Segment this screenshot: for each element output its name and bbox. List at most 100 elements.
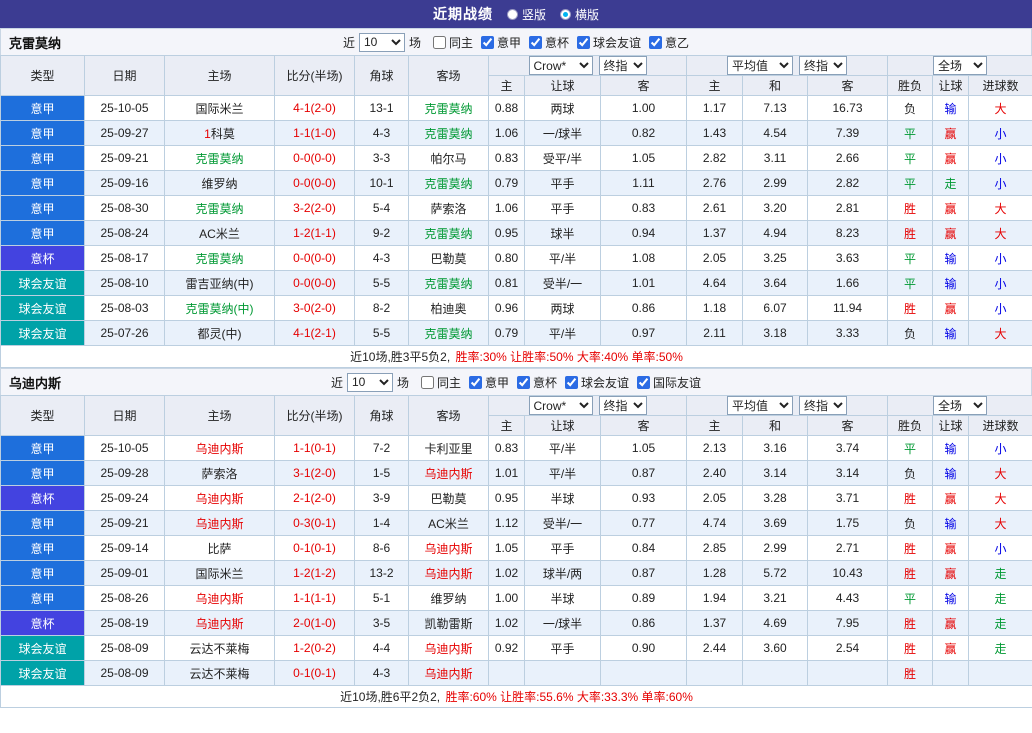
match-count-select[interactable]: 10 — [346, 372, 393, 392]
odds-company-select[interactable]: Crow* — [528, 56, 593, 75]
team-link[interactable]: 国际米兰 — [195, 102, 243, 116]
home-team[interactable]: 1科莫 — [164, 120, 275, 146]
team-link[interactable]: 巴勒莫 — [430, 252, 466, 266]
filter-checkbox[interactable]: 意甲 — [461, 374, 509, 391]
team-link[interactable]: 克雷莫纳 — [424, 227, 472, 241]
filter-checkbox[interactable]: 球会友谊 — [569, 34, 641, 51]
filter-checkbox[interactable]: 意杯 — [509, 374, 557, 391]
away-team[interactable]: 克雷莫纳 — [408, 95, 489, 121]
team-link[interactable]: 国际米兰 — [195, 567, 243, 581]
away-team[interactable]: 萨索洛 — [408, 195, 489, 221]
team-link[interactable]: 萨索洛 — [430, 202, 466, 216]
away-team[interactable]: 帕尔马 — [408, 145, 489, 171]
home-team[interactable]: 克雷莫纳 — [164, 145, 275, 171]
filter-checkbox-input[interactable] — [565, 375, 579, 389]
away-team[interactable]: AC米兰 — [408, 510, 489, 536]
team-link[interactable]: 凯勒雷斯 — [424, 617, 472, 631]
team-link[interactable]: 克雷莫纳 — [424, 102, 472, 116]
team-link[interactable]: 乌迪内斯 — [195, 592, 243, 606]
final-odds-select[interactable]: 终指 — [598, 56, 647, 75]
team-link[interactable]: 萨索洛 — [201, 467, 237, 481]
team-link[interactable]: 克雷莫纳(中) — [186, 302, 254, 316]
filter-checkbox[interactable]: 球会友谊 — [557, 374, 629, 391]
odds-company-select[interactable]: Crow* — [528, 396, 593, 415]
team-link[interactable]: AC米兰 — [199, 227, 240, 241]
radio-unselected-icon[interactable] — [506, 8, 518, 20]
away-team[interactable]: 柏迪奥 — [408, 295, 489, 321]
average-odds-select[interactable]: 平均值 — [727, 56, 794, 75]
team-link[interactable]: 柏迪奥 — [430, 302, 466, 316]
team-link[interactable]: 乌迪内斯 — [424, 667, 472, 681]
fulltime-select[interactable]: 全场 — [933, 56, 988, 75]
team-link[interactable]: 克雷莫纳 — [424, 127, 472, 141]
team-link[interactable]: 维罗纳 — [430, 592, 466, 606]
team-link[interactable]: 乌迪内斯 — [195, 492, 243, 506]
team-link[interactable]: 卡利亚里 — [424, 442, 472, 456]
team-link[interactable]: 维罗纳 — [201, 177, 237, 191]
team-link[interactable]: 克雷莫纳 — [195, 152, 243, 166]
filter-checkbox-input[interactable] — [637, 375, 651, 389]
filter-checkbox-input[interactable] — [577, 35, 591, 49]
home-team[interactable]: 雷吉亚纳(中) — [164, 270, 275, 296]
home-team[interactable]: 萨索洛 — [164, 460, 275, 486]
away-team[interactable]: 乌迪内斯 — [408, 460, 489, 486]
team-link[interactable]: 克雷莫纳 — [195, 252, 243, 266]
radio-selected-icon[interactable] — [560, 8, 571, 20]
home-team[interactable]: 乌迪内斯 — [164, 485, 275, 511]
away-team[interactable]: 凯勒雷斯 — [408, 610, 489, 636]
team-link[interactable]: 克雷莫纳 — [424, 277, 472, 291]
team-link[interactable]: 乌迪内斯 — [424, 567, 472, 581]
layout-vertical-option[interactable]: 竖版 — [506, 6, 546, 23]
layout-horizontal-option[interactable]: 横版 — [560, 6, 599, 23]
team-link[interactable]: 乌迪内斯 — [195, 517, 243, 531]
team-link[interactable]: 克雷莫纳 — [424, 177, 472, 191]
filter-checkbox-input[interactable] — [517, 375, 530, 389]
filter-checkbox-input[interactable] — [480, 35, 494, 49]
team-link[interactable]: 巴勒莫 — [430, 492, 466, 506]
away-team[interactable]: 克雷莫纳 — [408, 220, 489, 246]
team-link[interactable]: 克雷莫纳 — [424, 327, 472, 341]
team-link[interactable]: 云达不莱梅 — [189, 642, 249, 656]
home-team[interactable]: 云达不莱梅 — [164, 635, 275, 661]
away-team[interactable]: 乌迪内斯 — [408, 560, 489, 586]
final-odds-select[interactable]: 终指 — [598, 396, 647, 415]
home-team[interactable]: 乌迪内斯 — [164, 435, 275, 461]
team-link[interactable]: AC米兰 — [428, 517, 469, 531]
home-team[interactable]: 国际米兰 — [164, 560, 275, 586]
match-count-select[interactable]: 10 — [358, 32, 405, 52]
home-team[interactable]: 克雷莫纳 — [164, 195, 275, 221]
home-team[interactable]: 云达不莱梅 — [164, 660, 275, 686]
home-team[interactable]: 都灵(中) — [164, 320, 275, 346]
away-team[interactable]: 克雷莫纳 — [408, 170, 489, 196]
home-team[interactable]: 乌迪内斯 — [164, 585, 275, 611]
team-link[interactable]: 比萨 — [207, 542, 231, 556]
home-team[interactable]: 乌迪内斯 — [164, 610, 275, 636]
away-team[interactable]: 乌迪内斯 — [408, 535, 489, 561]
team-link[interactable]: 乌迪内斯 — [424, 467, 472, 481]
away-team[interactable]: 巴勒莫 — [408, 245, 489, 271]
team-link[interactable]: 雷吉亚纳(中) — [186, 277, 254, 291]
away-team[interactable]: 乌迪内斯 — [408, 635, 489, 661]
filter-checkbox-input[interactable] — [649, 35, 663, 49]
average-final-select[interactable]: 终指 — [799, 56, 848, 75]
filter-checkbox-input[interactable] — [468, 375, 482, 389]
home-team[interactable]: 比萨 — [164, 535, 275, 561]
away-team[interactable]: 维罗纳 — [408, 585, 489, 611]
filter-checkbox-input[interactable] — [529, 35, 542, 49]
team-link[interactable]: 乌迪内斯 — [195, 617, 243, 631]
home-team[interactable]: 维罗纳 — [164, 170, 275, 196]
filter-checkbox[interactable]: 意乙 — [641, 34, 689, 51]
team-link[interactable]: 都灵(中) — [198, 327, 242, 341]
team-link[interactable]: 乌迪内斯 — [424, 542, 472, 556]
filter-checkbox[interactable]: 同主 — [425, 34, 473, 51]
away-team[interactable]: 克雷莫纳 — [408, 320, 489, 346]
filter-checkbox[interactable]: 同主 — [413, 374, 461, 391]
away-team[interactable]: 乌迪内斯 — [408, 660, 489, 686]
away-team[interactable]: 克雷莫纳 — [408, 270, 489, 296]
team-link[interactable]: 乌迪内斯 — [195, 442, 243, 456]
home-team[interactable]: 克雷莫纳(中) — [164, 295, 275, 321]
team-link[interactable]: 云达不莱梅 — [189, 667, 249, 681]
home-team[interactable]: 乌迪内斯 — [164, 510, 275, 536]
away-team[interactable]: 卡利亚里 — [408, 435, 489, 461]
filter-checkbox[interactable]: 意杯 — [521, 34, 569, 51]
